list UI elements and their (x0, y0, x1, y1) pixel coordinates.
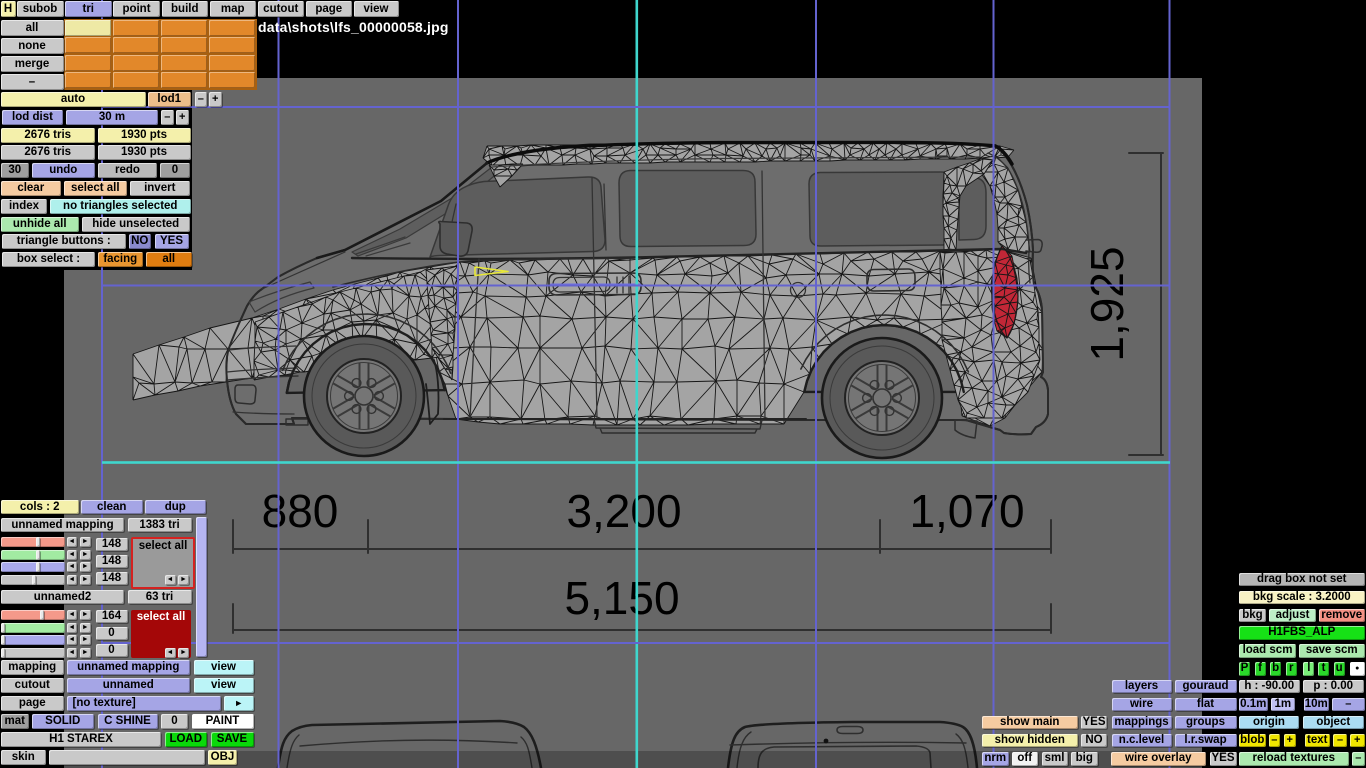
svg-text:1,925: 1,925 (1081, 246, 1133, 361)
svg-text:880: 880 (262, 485, 339, 537)
svg-text:1,070: 1,070 (909, 485, 1024, 537)
svg-text:5,150: 5,150 (564, 572, 679, 624)
svg-text:3,200: 3,200 (566, 485, 681, 537)
